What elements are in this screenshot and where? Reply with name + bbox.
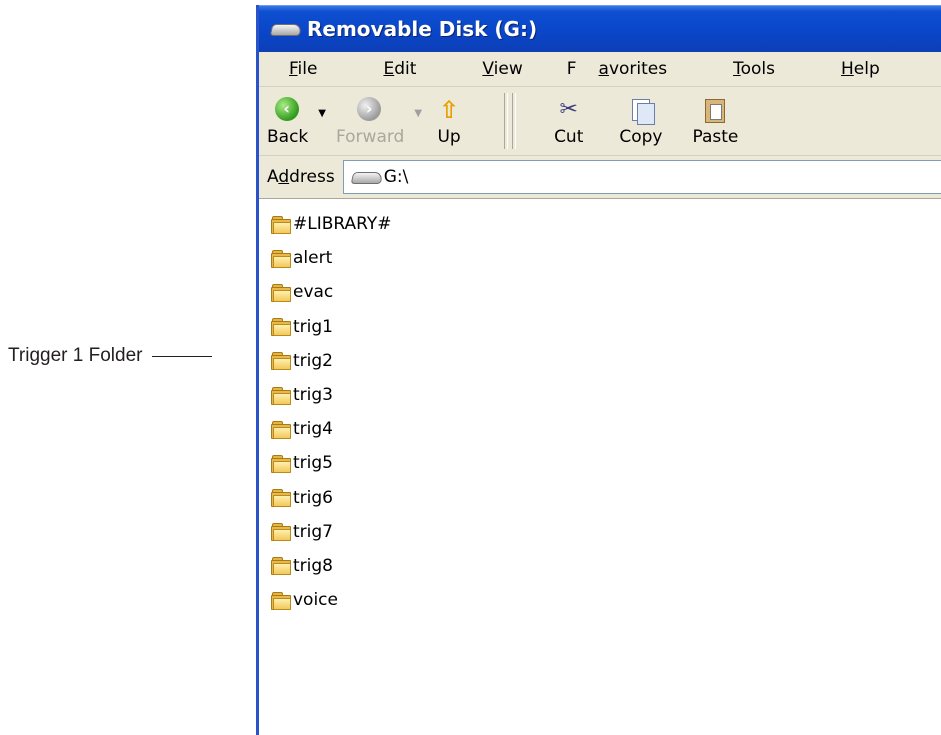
menu-tools[interactable]: Tools bbox=[711, 59, 797, 79]
address-bar: Address G:\ bbox=[259, 156, 941, 199]
folder-item[interactable]: trig8 bbox=[271, 549, 941, 583]
forward-button[interactable]: › Forward bbox=[336, 97, 404, 155]
folder-icon bbox=[271, 489, 291, 508]
folder-name: trig5 bbox=[293, 453, 333, 474]
paste-button[interactable]: Paste bbox=[692, 97, 739, 155]
folder-item[interactable]: #LIBRARY# bbox=[271, 207, 941, 241]
folder-item[interactable]: trig4 bbox=[271, 412, 941, 446]
folder-name: trig6 bbox=[293, 487, 333, 508]
folder-name: trig3 bbox=[293, 385, 333, 406]
back-dropdown-arrow[interactable]: ▼ bbox=[318, 108, 326, 155]
folder-name: trig1 bbox=[293, 316, 333, 337]
up-label: Up bbox=[437, 127, 461, 147]
folder-item[interactable]: trig6 bbox=[271, 481, 941, 515]
callout-label: Trigger 1 Folder bbox=[8, 345, 143, 366]
folder-icon bbox=[271, 283, 291, 302]
folder-item[interactable]: evac bbox=[271, 275, 941, 309]
up-folder-icon: ⇧ bbox=[439, 96, 460, 124]
forward-label: Forward bbox=[335, 127, 405, 147]
forward-dropdown-arrow[interactable]: ▼ bbox=[414, 108, 422, 155]
folder-item[interactable]: trig5 bbox=[271, 446, 941, 480]
menu-help[interactable]: Help bbox=[819, 59, 902, 79]
cut-button[interactable]: ✂ Cut bbox=[554, 97, 583, 155]
explorer-window: Removable Disk (G:) File Edit View Favor… bbox=[256, 5, 941, 735]
address-input[interactable]: G:\ bbox=[342, 160, 941, 194]
folder-icon bbox=[271, 386, 291, 405]
folder-icon bbox=[271, 249, 291, 268]
back-arrow-icon: ‹ bbox=[274, 97, 299, 121]
folder-item[interactable]: trig7 bbox=[271, 515, 941, 549]
forward-arrow-icon: › bbox=[357, 97, 382, 121]
address-label: Address bbox=[267, 167, 335, 187]
scissors-icon: ✂ bbox=[559, 97, 578, 122]
paste-icon bbox=[702, 97, 728, 123]
folder-icon bbox=[271, 352, 291, 371]
folder-name: #LIBRARY# bbox=[293, 214, 392, 235]
copy-label: Copy bbox=[619, 127, 663, 147]
folder-name: trig8 bbox=[293, 555, 333, 576]
copy-icon bbox=[628, 97, 655, 125]
menu-favorites[interactable]: Favorites bbox=[567, 59, 689, 79]
menu-bar: File Edit View Favorites Tools Help bbox=[259, 52, 941, 87]
title-bar[interactable]: Removable Disk (G:) bbox=[259, 5, 941, 52]
toolbar-separator-2 bbox=[512, 93, 517, 149]
folder-name: trig4 bbox=[293, 419, 333, 440]
folder-icon bbox=[271, 318, 291, 337]
cut-label: Cut bbox=[554, 127, 584, 147]
copy-button[interactable]: Copy bbox=[619, 97, 663, 155]
folder-name: trig7 bbox=[293, 521, 333, 542]
folder-icon bbox=[271, 454, 291, 473]
folder-name: voice bbox=[293, 590, 338, 611]
window-title: Removable Disk (G:) bbox=[307, 17, 538, 41]
folder-item[interactable]: alert bbox=[271, 241, 941, 275]
back-label: Back bbox=[267, 127, 309, 147]
back-button[interactable]: ‹ Back bbox=[267, 97, 308, 155]
folder-name: evac bbox=[293, 282, 334, 303]
removable-drive-icon bbox=[269, 22, 303, 36]
folder-icon bbox=[271, 420, 291, 439]
callout-leader-line bbox=[152, 355, 213, 357]
folder-item[interactable]: voice bbox=[271, 583, 941, 617]
folder-icon bbox=[271, 557, 291, 576]
folder-item[interactable]: trig3 bbox=[271, 378, 941, 412]
callout: Trigger 1 Folder bbox=[8, 345, 213, 367]
menu-edit[interactable]: Edit bbox=[361, 59, 438, 79]
address-drive-icon bbox=[350, 170, 384, 184]
up-button[interactable]: ⇧ Up bbox=[436, 97, 462, 155]
folder-icon bbox=[271, 523, 291, 542]
folder-item[interactable]: trig2 bbox=[271, 344, 941, 378]
folder-name: trig2 bbox=[293, 350, 333, 371]
toolbar-separator bbox=[504, 93, 509, 149]
address-value: G:\ bbox=[383, 167, 409, 187]
folder-icon bbox=[271, 215, 291, 234]
folder-icon bbox=[271, 591, 291, 610]
folder-name: alert bbox=[293, 248, 333, 269]
standard-toolbar: ‹ Back ▼ › Forward ▼ ⇧ Up ✂ Cut Copy Pas… bbox=[259, 87, 941, 156]
menu-view[interactable]: View bbox=[460, 59, 544, 79]
file-list: #LIBRARY# alert evac trig1 trig2 trig3 trig4 tr… bbox=[259, 199, 941, 617]
menu-file[interactable]: File bbox=[267, 59, 339, 79]
folder-item[interactable]: trig1 bbox=[271, 310, 941, 344]
paste-label: Paste bbox=[692, 127, 739, 147]
